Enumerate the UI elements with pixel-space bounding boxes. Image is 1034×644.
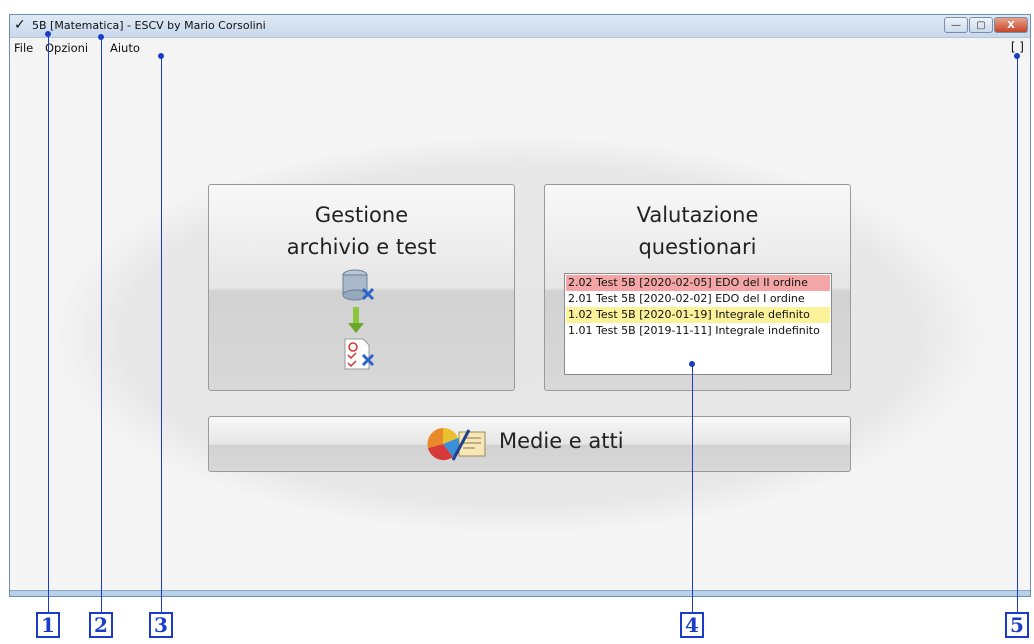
database-workflow-icon [342,269,375,370]
callout-line [1017,56,1018,612]
valutazione-title-line2: questionari [638,235,757,259]
app-window: ✓ 5B [Matematica] - ESCV by Mario Corsol… [9,14,1031,597]
callout-label: 5 [1005,612,1029,638]
questionari-list[interactable]: 2.02 Test 5B [2020-02-05] EDO del II ord… [564,273,832,375]
chart-report-icon [427,427,486,461]
list-item[interactable]: 2.02 Test 5B [2020-02-05] EDO del II ord… [566,275,830,291]
callout-label: 3 [149,612,173,638]
callout-line [161,56,162,612]
window-bottom-border [10,590,1030,596]
minimize-icon: — [951,19,961,31]
list-item[interactable]: 2.01 Test 5B [2020-02-02] EDO del I ordi… [566,291,830,307]
medie-atti-button[interactable]: Medie e atti [208,416,851,472]
valutazione-questionari-tile[interactable]: Valutazione questionari 2.02 Test 5B [20… [544,184,851,391]
fullscreen-toggle[interactable]: [ ] [1011,40,1024,54]
medie-atti-label: Medie e atti [499,429,624,453]
maximize-button[interactable]: ▢ [969,17,993,33]
title-bar[interactable]: ✓ 5B [Matematica] - ESCV by Mario Corsol… [10,15,1030,38]
valutazione-title-line1: Valutazione [636,203,759,227]
close-button[interactable]: X [994,17,1028,33]
maximize-icon: ▢ [976,19,986,31]
callout-line [692,364,693,612]
callout-label: 4 [680,612,704,638]
main-area: Gestione archivio e test Valutazione que… [10,59,1030,590]
callout-line [48,34,49,612]
callout-label: 1 [36,612,60,638]
minimize-button[interactable]: — [944,17,968,33]
callout-line [101,37,102,612]
close-icon: X [1007,19,1015,31]
menu-aiuto[interactable]: Aiuto [110,41,140,55]
window-title: 5B [Matematica] - ESCV by Mario Corsolin… [32,19,266,32]
gestione-title-line2: archivio e test [286,235,437,259]
list-item[interactable]: 1.02 Test 5B [2020-01-19] Integrale defi… [566,307,830,323]
gestione-archivio-tile[interactable]: Gestione archivio e test [208,184,515,391]
list-item[interactable]: 1.01 Test 5B [2019-11-11] Integrale inde… [566,323,830,339]
menu-opzioni[interactable]: Opzioni [45,41,88,55]
app-check-icon: ✓ [14,17,26,33]
gestione-title-line1: Gestione [314,203,409,227]
menu-file[interactable]: File [14,41,33,55]
window-controls: — ▢ X [944,17,1028,33]
callout-label: 2 [89,612,113,638]
